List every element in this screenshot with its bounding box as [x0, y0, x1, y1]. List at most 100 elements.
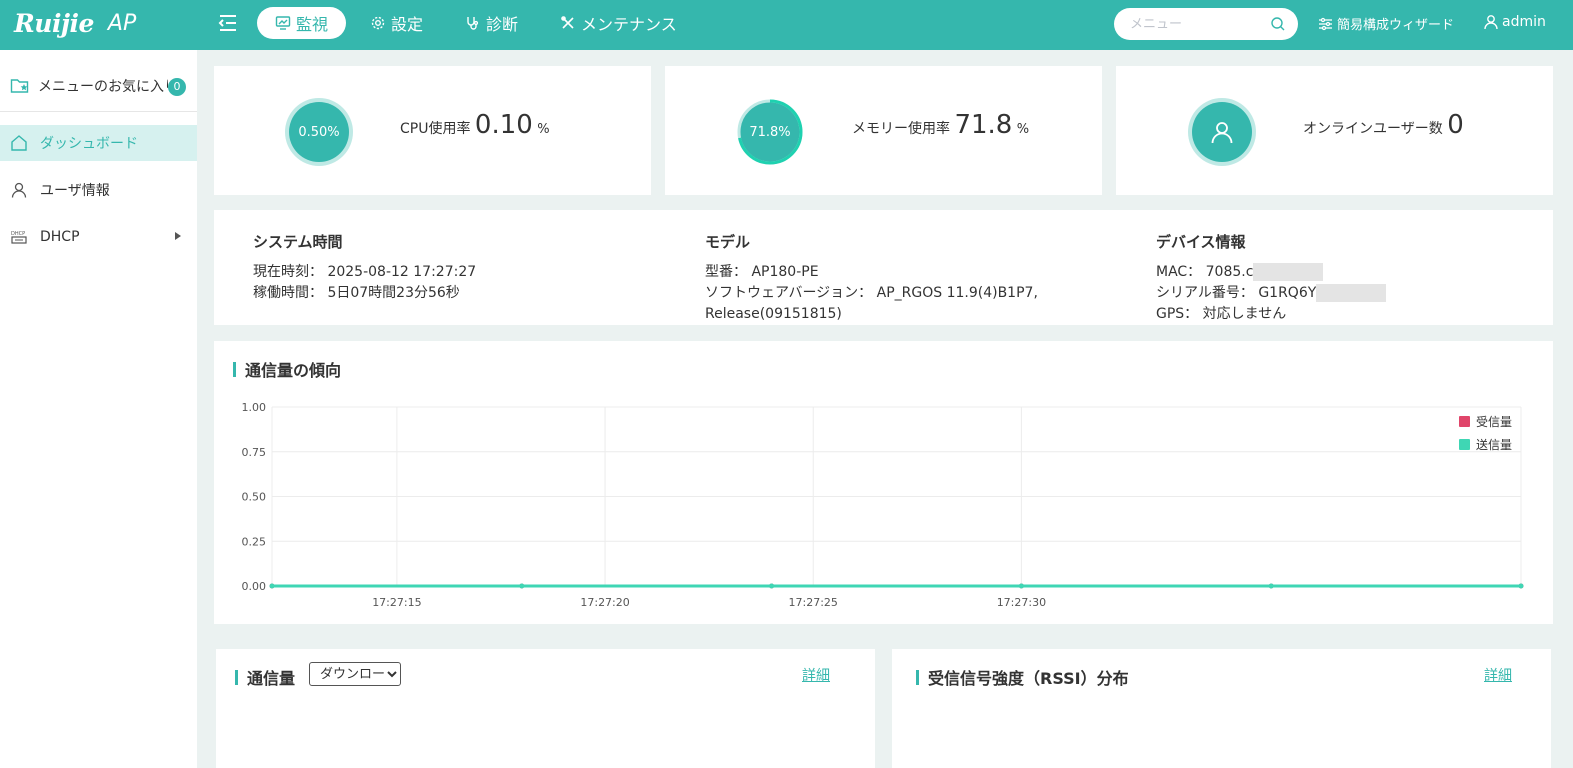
tab-monitor-label: 監視: [296, 15, 329, 34]
top-bar: Ruijie AP 監視 設定 診断 メンテナンス 簡易構成ウィザード admi…: [0, 0, 1573, 50]
user-menu[interactable]: admin: [1483, 14, 1546, 30]
memory-card: 71.8% メモリー使用率 71.8 %: [665, 66, 1102, 195]
traffic-type-select[interactable]: ダウンロード: [309, 662, 401, 686]
system-time-section: システム時間 現在時刻： 2025-08-12 17:27:27 稼働時間： 5…: [253, 232, 476, 304]
serial-value: G1RQ6Y: [1258, 285, 1317, 301]
favorites-menu[interactable]: メニューのお気に入り 0: [0, 60, 197, 112]
traffic-detail-link[interactable]: 詳細: [802, 665, 830, 685]
memory-value: 71.8: [954, 110, 1013, 140]
y-tick-label: 0.00: [242, 580, 267, 593]
memory-ring-value: 71.8%: [749, 124, 791, 140]
y-tick-label: 0.25: [242, 535, 267, 548]
home-icon: [11, 135, 27, 151]
brand-logo: Ruijie: [14, 8, 94, 38]
cpu-usage-ring: 0.50%: [289, 102, 349, 162]
device-info-card: システム時間 現在時刻： 2025-08-12 17:27:27 稼働時間： 5…: [214, 210, 1553, 325]
software-version-value-cont: Release(09151815): [705, 306, 842, 322]
current-time-value: 2025-08-12 17:27:27: [327, 264, 477, 280]
device-info-section: デバイス情報 MAC： 7085.c シリアル番号： G1RQ6Y GPS： 対…: [1156, 232, 1387, 325]
system-time-title: システム時間: [253, 233, 343, 251]
favorites-count-badge: 0: [168, 78, 186, 96]
traffic-trend-chart: 1.00 0.75 0.50 0.25 0.00 17:27:15 17:27:20 17:2…: [242, 401, 1524, 609]
search-input[interactable]: [1130, 16, 1270, 32]
tab-settings[interactable]: 設定: [352, 7, 441, 39]
cpu-card: 0.50% CPU使用率 0.10 %: [214, 66, 651, 195]
rssi-detail-link[interactable]: 詳細: [1484, 665, 1512, 685]
rssi-card: 受信信号強度（RSSI）分布 詳細: [892, 649, 1551, 768]
x-tick-label: 17:27:20: [580, 596, 629, 609]
traffic-title: 通信量: [235, 665, 295, 689]
traffic-card: 通信量 ダウンロード 詳細: [216, 649, 875, 768]
sidebar-item-label: DHCP: [40, 229, 80, 245]
uptime-label: 稼働時間：: [253, 285, 323, 301]
y-tick-label: 1.00: [242, 401, 267, 414]
favorites-label: メニューのお気に入り: [38, 78, 168, 95]
folder-star-icon: [10, 78, 29, 93]
rssi-title: 受信信号強度（RSSI）分布: [916, 665, 1129, 689]
data-point: [269, 583, 275, 589]
tools-icon: [561, 16, 574, 29]
gps-label: GPS：: [1156, 306, 1199, 322]
online-users-text: オンラインユーザー数 0: [1303, 110, 1464, 140]
x-tick-label: 17:27:25: [789, 596, 838, 609]
data-point: [1018, 583, 1024, 589]
serial-label: シリアル番号：: [1156, 285, 1254, 301]
legend-swatch: [1459, 416, 1470, 427]
serial-redacted: [1316, 284, 1387, 302]
online-users-card: オンラインユーザー数 0: [1116, 66, 1553, 195]
legend-label: 受信量: [1476, 415, 1512, 429]
user-icon: [1211, 122, 1233, 144]
tab-settings-label: 設定: [391, 15, 424, 34]
device-info-title: デバイス情報: [1156, 233, 1246, 251]
tab-diagnosis[interactable]: 診断: [447, 7, 536, 39]
memory-usage-ring: 71.8%: [737, 99, 803, 165]
cpu-label: CPU使用率: [400, 121, 471, 137]
online-users-label: オンラインユーザー数: [1303, 121, 1443, 137]
cpu-usage-text: CPU使用率 0.10 %: [400, 110, 550, 140]
sidebar-item-dhcp[interactable]: DHCP DHCP: [0, 219, 197, 255]
cpu-ring-value: 0.50%: [298, 124, 340, 140]
model-value: AP180-PE: [751, 264, 819, 280]
sidebar-item-label: ダッシュボード: [40, 136, 138, 152]
traffic-trend-card: 通信量の傾向 1.00 0.75 0.50 0.25 0.00 17:27:15 17:27…: [214, 341, 1553, 624]
search-icon[interactable]: [1270, 16, 1286, 32]
online-users-ring: [1192, 102, 1252, 162]
legend-swatch: [1459, 439, 1470, 450]
online-users-value: 0: [1447, 110, 1464, 140]
sidebar-item-dashboard[interactable]: ダッシュボード: [0, 125, 197, 161]
menu-collapse-icon[interactable]: [217, 12, 239, 34]
mac-redacted: [1253, 263, 1324, 281]
traffic-type-select-wrap: ダウンロード: [309, 662, 401, 686]
caret-right-icon: [175, 232, 181, 240]
logo: Ruijie AP: [14, 4, 136, 42]
cpu-value: 0.10: [474, 110, 533, 140]
memory-label: メモリー使用率: [852, 121, 950, 137]
sidebar: メニューのお気に入り 0 ダッシュボード ユーザ情報 DHCP DHCP: [0, 50, 197, 768]
cpu-unit: %: [537, 122, 550, 137]
x-tick-label: 17:27:30: [997, 596, 1046, 609]
tab-maintenance[interactable]: メンテナンス: [542, 7, 695, 39]
sliders-icon: [1319, 17, 1332, 30]
model-section: モデル 型番： AP180-PE ソフトウェアバージョン： AP_RGOS 11…: [705, 232, 1038, 325]
main-nav: 監視 設定 診断 メンテナンス: [257, 7, 701, 39]
monitor-icon: [275, 16, 291, 30]
menu-search: [1114, 8, 1298, 40]
user-icon: [1484, 15, 1498, 30]
product-name: AP: [107, 10, 137, 36]
legend-label: 送信量: [1476, 437, 1512, 452]
tab-maintenance-label: メンテナンス: [581, 15, 677, 34]
model-label: 型番：: [705, 264, 747, 280]
stethoscope-icon: [467, 17, 479, 30]
quick-setup-wizard-button[interactable]: 簡易構成ウィザード: [1318, 14, 1454, 33]
sidebar-item-label: ユーザ情報: [40, 183, 110, 199]
memory-usage-text: メモリー使用率 71.8 %: [852, 110, 1029, 140]
svg-text:DHCP: DHCP: [11, 231, 25, 237]
mac-value: 7085.c: [1205, 264, 1254, 280]
sidebar-item-user-info[interactable]: ユーザ情報: [0, 172, 197, 208]
data-point: [1268, 583, 1274, 589]
data-point: [769, 583, 775, 589]
tab-monitor[interactable]: 監視: [257, 7, 347, 39]
software-version-label: ソフトウェアバージョン：: [705, 285, 873, 301]
user-name: admin: [1502, 14, 1546, 30]
current-time-label: 現在時刻：: [253, 264, 323, 280]
